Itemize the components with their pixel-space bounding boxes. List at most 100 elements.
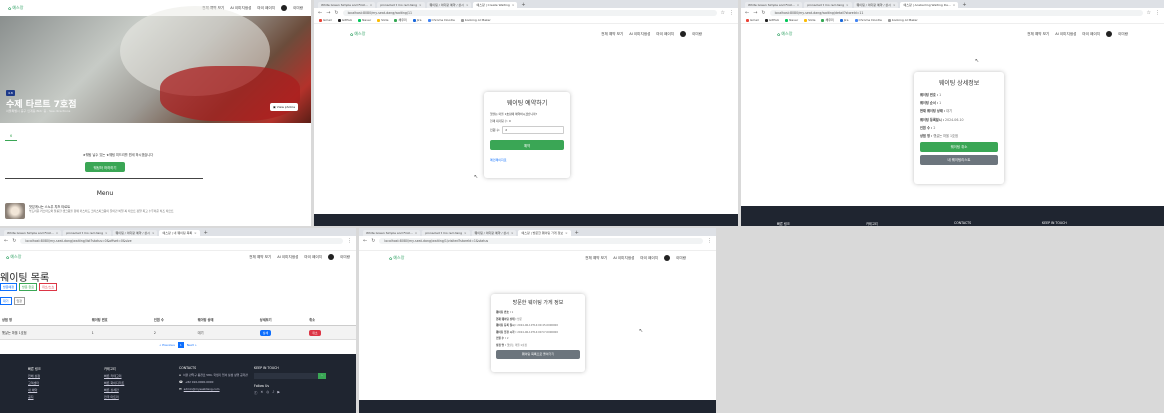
- x-icon[interactable]: ✕: [260, 390, 263, 395]
- nav-mypage[interactable]: 마이 페이지: [304, 255, 322, 260]
- nav-ai-image[interactable]: AI 이미지생성: [629, 32, 650, 37]
- avatar[interactable]: [281, 5, 288, 11]
- browser-tab[interactable]: White Green Simple and First... ×: [363, 230, 421, 236]
- footer-link[interactable]: 빠른 카테고리: [104, 374, 124, 378]
- filter-tab-upcoming[interactable]: 방문예정: [0, 283, 18, 291]
- menu-dots-icon[interactable]: ⋮: [729, 10, 734, 16]
- bookmark[interactable]: GitHub: [337, 18, 352, 22]
- footer-link[interactable]: 빠른 상세만: [104, 388, 124, 392]
- footer-link[interactable]: 공지: [28, 395, 41, 399]
- nav-mypage[interactable]: 마이 페이지: [640, 256, 658, 261]
- site-logo[interactable]: ✿ 예스랑: [389, 255, 404, 261]
- bookmark[interactable]: Chrome Doodle: [854, 18, 882, 22]
- newsletter-input[interactable]: [254, 373, 318, 379]
- nav-all-reservations[interactable]: 전체 예약 보기: [1027, 32, 1049, 37]
- browser-tab[interactable]: pinnacled t mo red dang ×: [63, 230, 111, 236]
- site-logo[interactable]: ✿ 예스랑: [8, 5, 23, 11]
- close-icon[interactable]: ×: [152, 231, 155, 235]
- bookmark[interactable]: booking AI Maker: [460, 18, 491, 22]
- nav-user[interactable]: 이미랑: [1118, 32, 1128, 37]
- cancel-waiting-button[interactable]: 웨이팅 취소: [920, 141, 998, 152]
- nav-user[interactable]: 이미랑: [293, 6, 303, 11]
- new-tab-icon[interactable]: +: [573, 230, 581, 236]
- close-icon[interactable]: ×: [415, 231, 418, 235]
- back-icon[interactable]: ←: [745, 10, 749, 16]
- nav-all-reservations[interactable]: 전체 예약 보기: [249, 255, 271, 260]
- bookmark[interactable]: Naver: [358, 18, 371, 22]
- pagination-next[interactable]: Next »: [187, 343, 197, 347]
- site-logo[interactable]: ✿ 예스랑: [350, 31, 365, 37]
- filter-tab-visited[interactable]: 방문 완료: [19, 283, 38, 291]
- nav-user[interactable]: 이미랑: [676, 256, 686, 261]
- sub-tab-waiting[interactable]: 대기: [0, 297, 12, 305]
- footer-link[interactable]: 전국 마트리: [104, 395, 124, 399]
- nav-ai-image[interactable]: AI 이미지생성: [1055, 32, 1076, 37]
- close-icon[interactable]: ×: [464, 231, 467, 235]
- close-icon[interactable]: ×: [893, 3, 896, 7]
- browser-tab[interactable]: pinnacled t mo red dang ×: [377, 2, 425, 8]
- nav-mypage[interactable]: 마이 페이지: [656, 32, 674, 37]
- close-icon[interactable]: ×: [370, 3, 373, 7]
- forward-icon[interactable]: →: [753, 10, 757, 16]
- star-icon[interactable]: ☆: [721, 10, 725, 16]
- menu-dots-icon[interactable]: ⋮: [347, 238, 352, 244]
- close-icon[interactable]: ×: [105, 231, 108, 235]
- nav-user[interactable]: 이미랑: [340, 255, 350, 260]
- close-icon[interactable]: ×: [565, 231, 568, 235]
- footer-link[interactable]: 전체 상점: [28, 374, 41, 378]
- menu-dots-icon[interactable]: ⋮: [707, 238, 712, 244]
- pagination-prev[interactable]: « Previous: [159, 343, 174, 347]
- browser-tab[interactable]: pinnacled t mo red dang ×: [422, 230, 470, 236]
- reload-icon[interactable]: ↻: [334, 10, 338, 16]
- close-icon[interactable]: ×: [512, 3, 515, 7]
- people-input[interactable]: 2: [502, 126, 564, 135]
- menu-dots-icon[interactable]: ⋮: [1155, 10, 1160, 16]
- back-icon[interactable]: ←: [318, 10, 322, 16]
- nav-all-reservations[interactable]: 전체 예약 보기: [601, 32, 623, 37]
- browser-tab[interactable]: White Green Simple and First... ×: [4, 230, 62, 236]
- close-icon[interactable]: ×: [797, 3, 800, 7]
- browser-tab[interactable]: pinnacled t mo red dang ×: [804, 2, 852, 8]
- footer-link[interactable]: 빠른 화이디저트: [104, 381, 124, 385]
- browser-tab[interactable]: 웨이팅 / 이미랑 예약 / 상시 ×: [853, 2, 899, 8]
- instagram-icon[interactable]: ◎: [266, 390, 269, 395]
- cancel-button[interactable]: 취소: [309, 329, 321, 336]
- bookmark[interactable]: Chrome Doodle: [427, 18, 455, 22]
- star-icon[interactable]: ☆: [1147, 10, 1151, 16]
- new-tab-icon[interactable]: +: [960, 2, 968, 8]
- nav-ai-image[interactable]: AI 이미지생성: [230, 6, 251, 11]
- forward-icon[interactable]: →: [326, 10, 330, 16]
- url-bar[interactable]: localhost:8080/my-seat-dang/waiting/1/vi…: [379, 237, 703, 244]
- nav-ai-image[interactable]: AI 이미지생성: [613, 256, 634, 261]
- avatar[interactable]: [328, 254, 335, 260]
- avatar[interactable]: [664, 255, 671, 261]
- youtube-icon[interactable]: ▶: [277, 390, 280, 395]
- new-tab-icon[interactable]: +: [519, 2, 527, 8]
- footer-link[interactable]: 내 예약: [28, 388, 41, 392]
- nav-mypage[interactable]: 마이 페이지: [1082, 32, 1100, 37]
- newsletter-submit-button[interactable]: ›: [318, 373, 326, 379]
- tiktok-icon[interactable]: ♪: [272, 390, 274, 395]
- browser-tab-active[interactable]: 예스랑 | 내 웨이팅 목록 ×: [159, 230, 200, 236]
- view-photos-button[interactable]: ▣ View photos: [270, 103, 299, 111]
- bookmark[interactable]: 채우리: [394, 18, 407, 22]
- site-logo[interactable]: ✿ 예스랑: [6, 254, 21, 260]
- bookmark[interactable]: Jira: [839, 18, 849, 22]
- reload-icon[interactable]: ↻: [12, 238, 16, 244]
- close-icon[interactable]: ×: [511, 231, 514, 235]
- bookmark[interactable]: Slide: [377, 18, 388, 22]
- browser-tab[interactable]: 웨이팅 / 이미랑 예약 / 상시 ×: [112, 230, 158, 236]
- bookmark[interactable]: 채우리: [821, 18, 834, 22]
- store-tab-count[interactable]: 6: [10, 134, 12, 138]
- bookmark[interactable]: Slide: [804, 18, 815, 22]
- nav-ai-image[interactable]: AI 이미지생성: [277, 255, 298, 260]
- close-icon[interactable]: ×: [419, 3, 422, 7]
- url-bar[interactable]: localhost:8080/my-seat-dang/waiting/deta…: [769, 9, 1143, 16]
- nav-user[interactable]: 이미랑: [692, 32, 702, 37]
- detail-button[interactable]: 상세: [259, 329, 272, 336]
- bookmark[interactable]: Gmail: [746, 18, 759, 22]
- bookmark[interactable]: Jira: [412, 18, 422, 22]
- bookmark[interactable]: booking AI Maker: [887, 18, 918, 22]
- reserve-submit-button[interactable]: 예약: [490, 140, 564, 151]
- avatar[interactable]: [1106, 31, 1113, 37]
